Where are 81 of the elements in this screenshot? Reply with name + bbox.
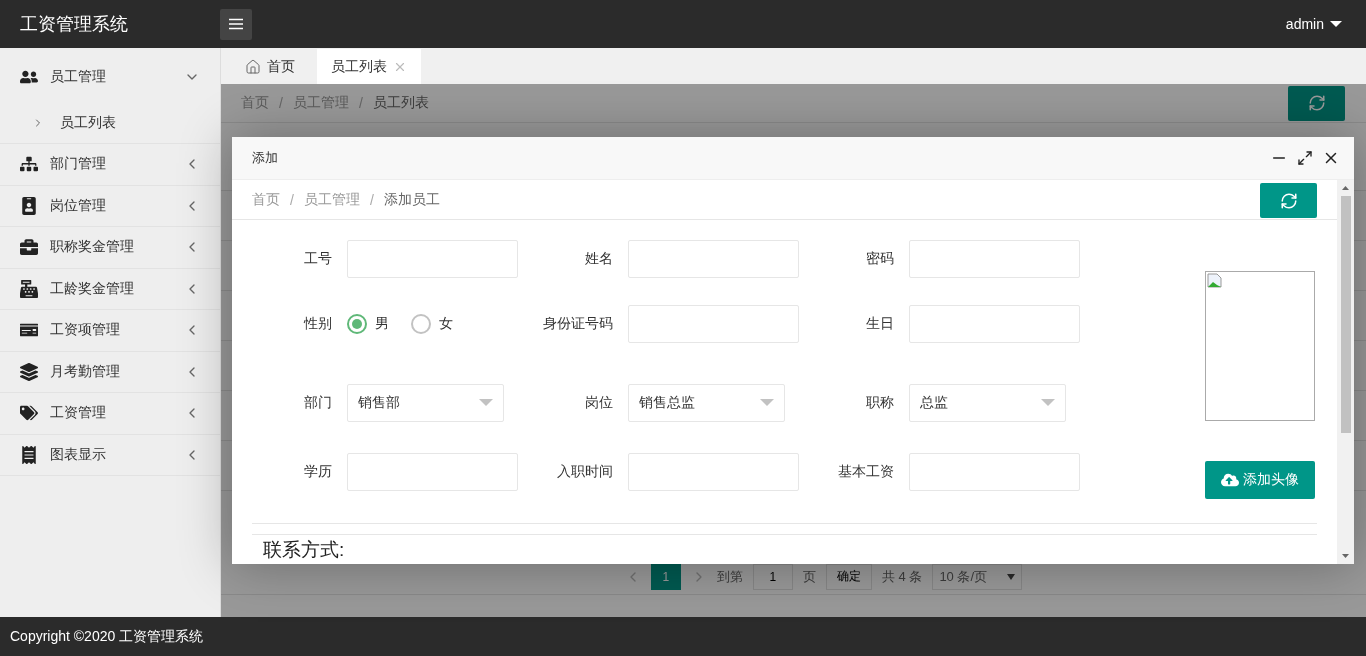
page-input[interactable]: 1: [752, 563, 793, 590]
caret-icon: [760, 399, 774, 407]
field-label: 入职时间: [556, 463, 614, 481]
confirm-button[interactable]: 确定: [825, 563, 872, 590]
sidebar-item[interactable]: 部门管理: [0, 144, 220, 186]
users-icon: [20, 68, 38, 86]
sidebar-item[interactable]: 岗位管理: [0, 185, 220, 227]
input-field[interactable]: [909, 305, 1080, 343]
field-label: 岗位: [584, 394, 614, 412]
field-label: 密码: [865, 250, 895, 268]
breadcrumb-separator: /: [358, 95, 363, 111]
receipt-icon: [20, 445, 38, 464]
broken-image-icon: [1207, 273, 1223, 289]
field-label: 工号: [303, 250, 333, 268]
sidebar-item[interactable]: 工资管理: [0, 393, 220, 435]
menu-button[interactable]: [220, 8, 252, 40]
dialog-title: 添加: [252, 149, 279, 167]
refresh-icon: [1307, 94, 1326, 112]
input-field[interactable]: [347, 453, 518, 491]
tags-icon: [20, 404, 38, 423]
caret-icon: [1041, 399, 1055, 407]
briefcase-icon: [20, 238, 38, 257]
field-label: 基本工资: [837, 463, 895, 481]
breadcrumb-link[interactable]: 添加员工: [383, 190, 440, 209]
caret-icon: [479, 399, 493, 407]
field-label: 姓名: [584, 250, 614, 268]
goto-label: 到第: [716, 567, 743, 586]
tab[interactable]: 员工列表: [317, 49, 421, 84]
sidebar-item[interactable]: 员工管理: [0, 48, 220, 106]
refresh-button[interactable]: [1260, 183, 1317, 218]
sidebar-item[interactable]: 工资项管理: [0, 310, 220, 352]
id-badge-icon: [20, 196, 38, 215]
tab[interactable]: 首页: [231, 49, 309, 84]
section-title: 联系方式:: [263, 539, 346, 561]
sidebar-item[interactable]: 工龄奖金管理: [0, 268, 220, 310]
sidebar-item[interactable]: 图表显示: [0, 434, 220, 476]
radio-label: 男: [375, 315, 389, 333]
sidebar-item[interactable]: 职称奖金管理: [0, 227, 220, 269]
cash-register-icon: [20, 279, 38, 298]
home-icon: [245, 58, 261, 75]
caret-icon: [1330, 20, 1342, 28]
maximize-icon[interactable]: [1297, 150, 1313, 166]
scrollbar[interactable]: [1337, 180, 1354, 564]
field-label: 学历: [303, 463, 333, 481]
sidebar-subitem[interactable]: 员工列表: [0, 106, 220, 143]
radio-button[interactable]: [347, 314, 367, 334]
page-size-select[interactable]: 10 条/页: [932, 563, 1023, 590]
cloud-upload-icon: [1221, 471, 1239, 489]
radio-button[interactable]: [411, 314, 431, 334]
input-field[interactable]: [628, 453, 799, 491]
input-field[interactable]: [909, 240, 1080, 278]
refresh-icon: [1279, 191, 1298, 210]
total-count: 共 4 条: [881, 567, 923, 586]
radio-label: 女: [439, 315, 453, 333]
org-chart-icon: [20, 155, 38, 174]
select-field[interactable]: 总监: [909, 384, 1066, 422]
sidebar-item[interactable]: 月考勤管理: [0, 351, 220, 393]
field-label: 职称: [865, 394, 895, 412]
field-label: 身份证号码: [542, 315, 614, 333]
refresh-button[interactable]: [1288, 85, 1345, 121]
menu-icon: [228, 18, 244, 30]
page-unit: 页: [802, 567, 816, 586]
input-field[interactable]: [347, 240, 518, 278]
input-field[interactable]: [628, 305, 799, 343]
caret-icon: [1007, 573, 1016, 580]
breadcrumb-separator: /: [290, 191, 294, 208]
select-field[interactable]: 销售部: [347, 384, 504, 422]
user-menu[interactable]: admin: [1285, 16, 1324, 32]
input-field[interactable]: [909, 453, 1080, 491]
input-field[interactable]: [628, 240, 799, 278]
breadcrumb-link[interactable]: 员工列表: [372, 94, 429, 112]
add-avatar-button[interactable]: 添加头像: [1205, 461, 1315, 499]
field-label: 性别: [302, 315, 333, 333]
select-field[interactable]: 销售总监: [628, 384, 785, 422]
breadcrumb-separator: /: [279, 95, 283, 111]
field-label: 生日: [865, 315, 895, 333]
field-label: 部门: [303, 394, 333, 412]
breadcrumb-separator: /: [369, 191, 374, 208]
copyright-text: Copyright ©2020 工资管理系统: [0, 617, 1366, 656]
app-title: 工资管理系统: [19, 13, 129, 36]
layers-icon: [20, 362, 38, 381]
